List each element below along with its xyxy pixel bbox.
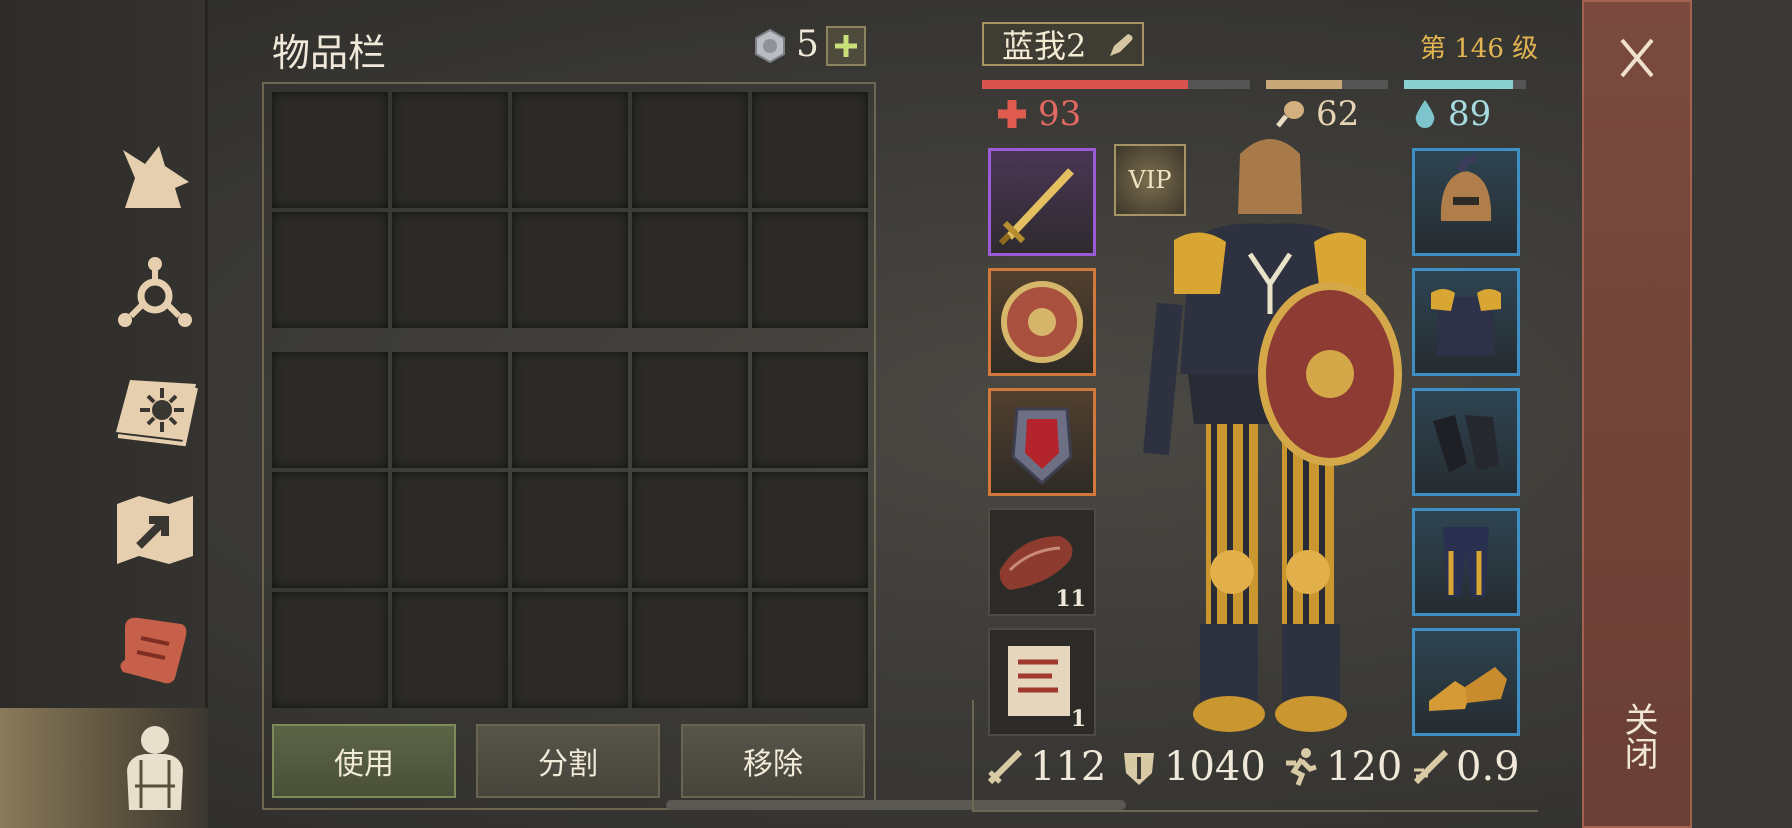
inventory-slot[interactable]: [752, 592, 868, 708]
gold-sword-icon: [998, 168, 1074, 246]
remove-button[interactable]: 移除: [681, 724, 865, 798]
attack-speed-stat: 0.9: [1412, 744, 1520, 790]
water-bar: [1404, 80, 1526, 89]
inventory-slot[interactable]: [392, 472, 508, 588]
food-slot[interactable]: 11: [988, 508, 1096, 616]
close-panel-button[interactable]: 关闭: [1582, 0, 1692, 828]
inventory-slot[interactable]: [272, 352, 388, 468]
food-slot-quantity: 11: [1055, 586, 1086, 612]
water-drop-icon: [1415, 100, 1435, 128]
chest-armor-icon: [1431, 289, 1501, 355]
armor-stat: 1040: [1120, 744, 1266, 790]
inventory-slot[interactable]: [632, 472, 748, 588]
inventory-slot[interactable]: [512, 212, 628, 328]
use-button[interactable]: 使用: [272, 724, 456, 798]
health-bar: [982, 80, 1250, 89]
sidebar-item-map[interactable]: [105, 480, 205, 580]
chest-slot[interactable]: [1412, 268, 1520, 376]
round-shield-icon: [1001, 281, 1083, 363]
attack-value: 112: [1030, 744, 1107, 790]
inventory-title: 物品栏: [272, 31, 387, 75]
inventory-slot[interactable]: [392, 212, 508, 328]
inventory-slot[interactable]: [512, 592, 628, 708]
split-button[interactable]: 分割: [476, 724, 660, 798]
inventory-slot[interactable]: [272, 212, 388, 328]
inventory-slot[interactable]: [392, 352, 508, 468]
inventory-slot[interactable]: [272, 92, 388, 208]
crest-shield-icon: [1011, 407, 1073, 486]
water-value: 89: [1448, 94, 1492, 134]
inventory-slot[interactable]: [632, 592, 748, 708]
inventory-grid-bottom: [272, 352, 868, 708]
inventory-slot[interactable]: [512, 92, 628, 208]
character-model: [1143, 139, 1402, 732]
armor-value: 1040: [1164, 744, 1266, 790]
inventory-slot[interactable]: [632, 352, 748, 468]
coin-count: 5: [796, 24, 819, 65]
health-stat: 93: [996, 94, 1081, 134]
gloves-slot[interactable]: [1412, 388, 1520, 496]
attack-sword-icon: [987, 749, 1023, 785]
wolf-icon: [123, 146, 189, 208]
attack-speed-icon: [1413, 749, 1449, 785]
legs-slot[interactable]: [1412, 508, 1520, 616]
speed-value: 120: [1326, 744, 1403, 790]
add-coins-button[interactable]: [826, 26, 866, 66]
attack-stat: 112: [986, 744, 1106, 790]
running-man-icon: [1286, 748, 1317, 786]
plus-icon: [835, 35, 857, 57]
sidebar-item-spellbook[interactable]: [105, 362, 205, 462]
inventory-slot[interactable]: [392, 592, 508, 708]
spellbook-icon: [116, 380, 198, 447]
character-name-box[interactable]: 蓝我2: [982, 22, 1144, 66]
inventory-slot[interactable]: [752, 212, 868, 328]
close-label: 关闭: [1618, 702, 1658, 770]
scroll-icon: [120, 617, 187, 684]
crafting-icon: [118, 257, 192, 327]
sidebar-item-character[interactable]: [105, 718, 205, 818]
character-name: 蓝我2: [1002, 27, 1087, 65]
offhand-slot[interactable]: [988, 388, 1096, 496]
character-level: 第 146 级: [1420, 34, 1539, 64]
inventory-grid-top: [272, 92, 868, 328]
weapon-slot[interactable]: [988, 148, 1096, 256]
gloves-icon: [1433, 415, 1499, 473]
speed-stat: 120: [1280, 744, 1402, 790]
inventory-slot[interactable]: [632, 212, 748, 328]
right-edge: [1692, 0, 1792, 828]
inventory-slot[interactable]: [272, 472, 388, 588]
food-bar: [1266, 80, 1388, 89]
helmet-icon: [1440, 154, 1492, 221]
health-cross-icon: [998, 100, 1026, 128]
armor-shield-icon: [1124, 753, 1154, 785]
inventory-slot[interactable]: [512, 472, 628, 588]
close-icon[interactable]: [1604, 34, 1670, 82]
sidebar-item-scroll[interactable]: [105, 598, 205, 698]
silver-coin-icon: [755, 28, 785, 64]
inventory-slot[interactable]: [752, 472, 868, 588]
sidebar-divider: [205, 0, 208, 708]
inventory-slot[interactable]: [512, 352, 628, 468]
inventory-slot[interactable]: [392, 92, 508, 208]
edit-name-icon[interactable]: [1106, 30, 1136, 60]
health-value: 93: [1038, 94, 1082, 134]
shield-slot[interactable]: [988, 268, 1096, 376]
map-icon: [117, 496, 193, 564]
attack-speed-value: 0.9: [1456, 744, 1520, 790]
character-icon: [127, 726, 183, 810]
inventory-slot[interactable]: [272, 592, 388, 708]
leg-armor-icon: [1443, 527, 1489, 597]
sidebar-item-crafting[interactable]: [105, 244, 205, 344]
inventory-slot[interactable]: [752, 352, 868, 468]
inventory-slot[interactable]: [632, 92, 748, 208]
inventory-slot[interactable]: [752, 92, 868, 208]
sidebar-item-wolf[interactable]: [105, 126, 205, 226]
water-stat: 89: [1412, 94, 1491, 134]
helmet-slot[interactable]: [1412, 148, 1520, 256]
